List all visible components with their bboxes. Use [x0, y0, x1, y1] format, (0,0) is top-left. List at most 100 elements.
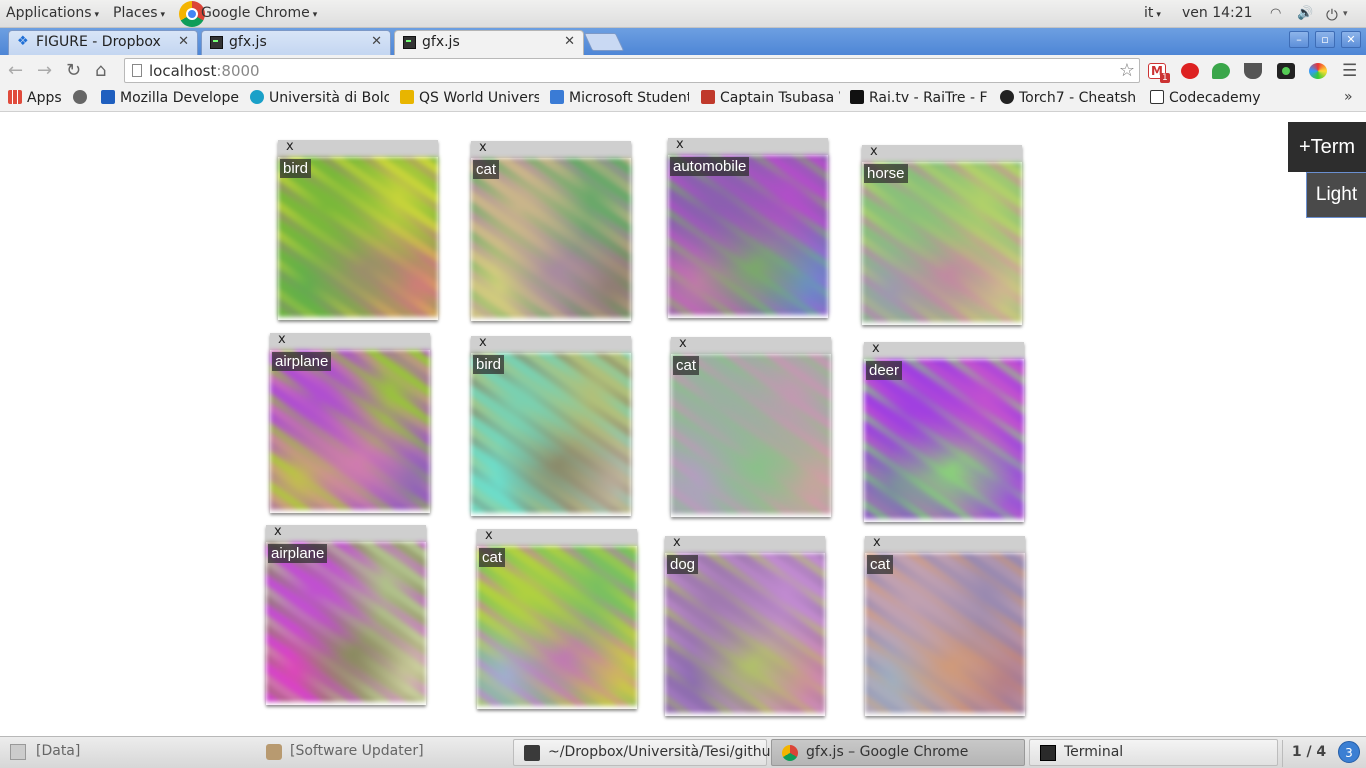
address-bar[interactable]: localhost:8000 ☆ — [124, 58, 1140, 83]
color-picker-icon[interactable] — [1309, 63, 1327, 79]
panel-close-button[interactable]: x — [873, 535, 881, 550]
minimize-button[interactable]: – — [1289, 31, 1309, 48]
window-close-button[interactable]: ✕ — [1341, 31, 1361, 48]
prediction-label: cat — [473, 160, 500, 179]
classified-image — [665, 553, 825, 713]
panel-title-bar[interactable]: x — [665, 535, 825, 553]
close-icon[interactable]: ✕ — [371, 34, 382, 49]
bookmark-raitv[interactable]: Rai.tv - RaiTre - F — [850, 90, 989, 106]
light-button[interactable]: Light — [1306, 172, 1366, 218]
panel-title-bar[interactable]: x — [471, 335, 631, 353]
prediction-label: airplane — [268, 544, 328, 563]
image-panel[interactable]: x cat — [477, 528, 637, 709]
power-icon[interactable]: ⏻ — [1326, 6, 1338, 24]
bookmark-tsubasa[interactable]: Captain Tsubasa V — [701, 90, 840, 106]
tab-figure-dropbox[interactable]: ❖ FIGURE - Dropbox ✕ — [8, 30, 198, 55]
task-software-updater[interactable]: [Software Updater] — [256, 739, 508, 766]
panel-close-button[interactable]: x — [274, 524, 282, 539]
bookmark-unibo[interactable]: Università di Bolo — [250, 90, 389, 106]
panel-title-bar[interactable]: x — [477, 528, 637, 546]
back-icon[interactable]: ← — [8, 60, 23, 81]
task-data[interactable]: [Data] — [28, 739, 253, 766]
bookmark-microsoft[interactable]: Microsoft Student — [550, 90, 689, 106]
volume-icon[interactable]: 🔊 — [1297, 6, 1313, 21]
close-icon[interactable]: ✕ — [178, 34, 189, 49]
panel-title-bar[interactable]: x — [862, 144, 1022, 162]
pocket-icon[interactable] — [1244, 63, 1262, 79]
panel-close-button[interactable]: x — [870, 144, 878, 159]
bookmark-history[interactable] — [73, 90, 89, 106]
panel-title-bar[interactable]: x — [864, 341, 1024, 359]
language-indicator[interactable]: it ▾ — [1144, 5, 1161, 21]
clock[interactable]: ven 14:21 — [1182, 5, 1253, 21]
image-panel[interactable]: x bird — [278, 139, 438, 320]
forward-icon[interactable]: → — [37, 60, 52, 81]
bookmark-star-icon[interactable]: ☆ — [1119, 60, 1135, 81]
places-menu[interactable]: Places ▾ — [113, 5, 165, 21]
extension-green-icon[interactable] — [1277, 63, 1295, 79]
classified-image — [864, 359, 1024, 519]
prediction-label: dog — [667, 555, 699, 574]
microsoft-icon — [550, 90, 564, 104]
panel-close-button[interactable]: x — [676, 137, 684, 152]
hangouts-icon[interactable] — [1212, 63, 1230, 79]
adblock-icon[interactable] — [1181, 63, 1199, 79]
panel-close-button[interactable]: x — [479, 140, 487, 155]
panel-title-bar[interactable]: x — [266, 524, 426, 542]
classified-image — [278, 157, 438, 317]
panel-close-button[interactable]: x — [872, 341, 880, 356]
panel-close-button[interactable]: x — [673, 535, 681, 550]
classified-image — [266, 542, 426, 702]
notification-badge[interactable]: 3 — [1338, 741, 1360, 763]
image-panel[interactable]: x airplane — [266, 524, 426, 705]
image-panel[interactable]: x cat — [671, 336, 831, 517]
active-app-menu[interactable]: Google Chrome ▾ — [201, 5, 317, 21]
bookmarks-overflow-button[interactable]: » — [1344, 89, 1353, 105]
bookmark-qs[interactable]: QS World Univers — [400, 90, 539, 106]
task-terminal[interactable]: Terminal — [1029, 739, 1278, 766]
applications-menu[interactable]: Applications ▾ — [6, 5, 99, 21]
task-terminal-dropbox[interactable]: ~/Dropbox/Università/Tesi/githu... — [513, 739, 784, 766]
image-panel[interactable]: x automobile — [668, 137, 828, 318]
classified-image — [671, 354, 831, 514]
reload-icon[interactable]: ↻ — [66, 60, 81, 81]
maximize-button[interactable]: ▫ — [1315, 31, 1335, 48]
panel-close-button[interactable]: x — [679, 336, 687, 351]
bookmark-apps[interactable]: Apps — [8, 90, 64, 106]
prediction-label: automobile — [670, 157, 750, 176]
panel-title-bar[interactable]: x — [671, 336, 831, 354]
image-panel[interactable]: x cat — [471, 140, 631, 321]
tab-gfx-1[interactable]: gfx.js ✕ — [201, 30, 391, 55]
show-desktop-icon[interactable] — [10, 744, 26, 760]
panel-close-button[interactable]: x — [479, 335, 487, 350]
image-panel[interactable]: x horse — [862, 144, 1022, 325]
image-panel[interactable]: x bird — [471, 335, 631, 516]
task-chrome[interactable]: gfx.js – Google Chrome — [771, 739, 1025, 766]
url-host: localhost — [149, 62, 217, 80]
image-panel[interactable]: x cat — [865, 535, 1025, 716]
bookmark-torch7[interactable]: Torch7 - Cheatsh — [1000, 90, 1139, 106]
panel-close-button[interactable]: x — [485, 528, 493, 543]
tab-gfx-active[interactable]: gfx.js ✕ — [394, 30, 584, 56]
image-panel[interactable]: x airplane — [270, 332, 430, 513]
panel-title-bar[interactable]: x — [278, 139, 438, 157]
panel-close-button[interactable]: x — [286, 139, 294, 154]
panel-title-bar[interactable]: x — [471, 140, 631, 158]
term-button[interactable]: +Term — [1288, 122, 1366, 172]
menu-icon[interactable]: ☰ — [1342, 61, 1357, 81]
bookmark-mozilla[interactable]: Mozilla Developer — [101, 90, 240, 106]
image-panel[interactable]: x dog — [665, 535, 825, 716]
panel-title-bar[interactable]: x — [270, 332, 430, 350]
workspace-switcher[interactable]: 1 / 4 — [1282, 740, 1335, 767]
panel-title-bar[interactable]: x — [865, 535, 1025, 553]
bookmark-codecademy[interactable]: Codecademy — [1150, 90, 1270, 106]
close-icon[interactable]: ✕ — [564, 34, 575, 49]
chevron-down-icon: ▾ — [1343, 9, 1348, 19]
panel-close-button[interactable]: x — [278, 332, 286, 347]
home-icon[interactable]: ⌂ — [95, 60, 106, 81]
wifi-icon[interactable]: ◠ — [1270, 6, 1281, 21]
clock-icon — [73, 90, 87, 104]
classified-image — [471, 158, 631, 318]
image-panel[interactable]: x deer — [864, 341, 1024, 522]
panel-title-bar[interactable]: x — [668, 137, 828, 155]
